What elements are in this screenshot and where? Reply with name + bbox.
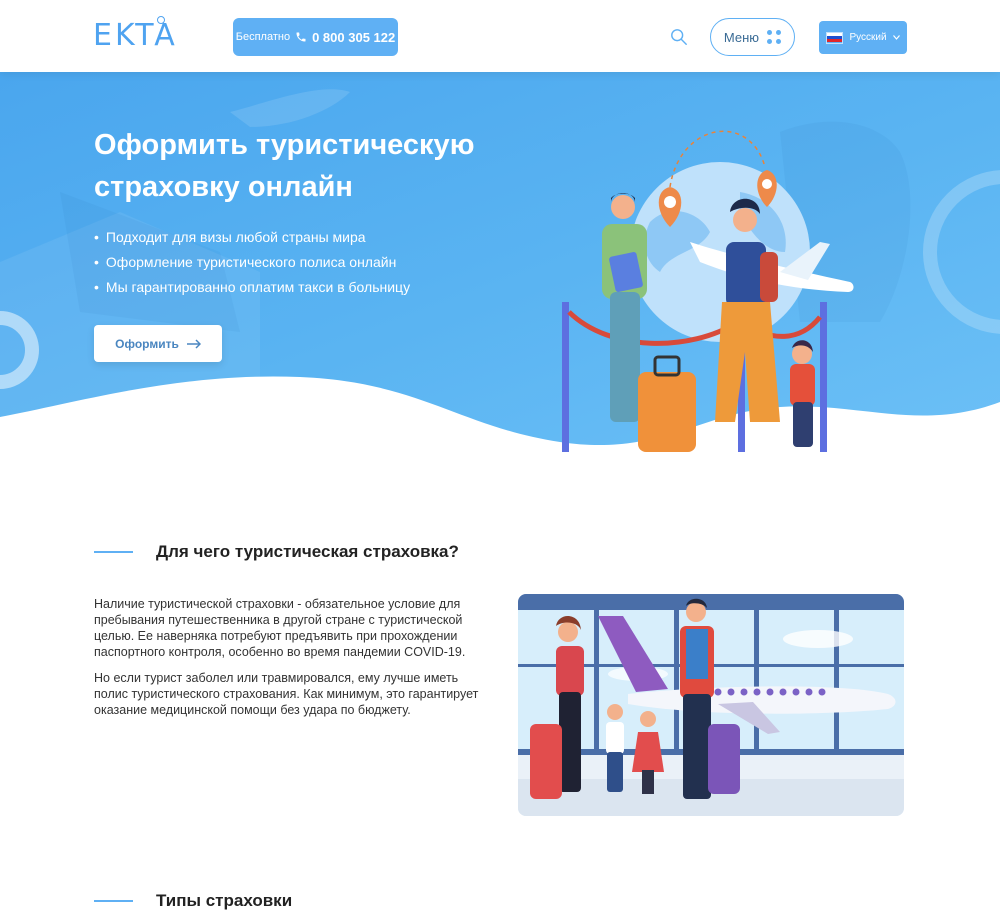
chevron-down-icon [892,35,900,40]
why-text: Наличие туристической страховки - обязат… [94,596,479,728]
phone-button[interactable]: Бесплатно 0 800 305 122 [233,18,398,56]
phone-number: 0 800 305 122 [312,29,396,45]
heading-accent-line [94,900,133,902]
search-icon[interactable] [670,28,688,46]
dots-grid-icon [767,30,782,44]
site-header: EKTA Бесплатно 0 800 305 122 Меню Русски… [0,0,1000,72]
paragraph: Но если турист заболел или травмировался… [94,671,479,717]
section-title-why: Для чего туристическая страховка? [156,542,459,561]
travelers-illustration [562,130,854,452]
phone-label: Бесплатно [235,31,291,43]
logo-text: EKTA [93,18,178,53]
menu-label: Меню [723,29,760,45]
phone-icon [296,32,306,42]
paragraph: Наличие туристической страховки - обязат… [94,597,466,659]
language-select[interactable]: Русский [819,21,907,54]
airport-family-illustration [518,594,904,816]
section-heading: Типы страховки [94,891,292,911]
benefit-item: Оформление туристического полиса онлайн [94,251,410,276]
hero-section: Оформить туристическую страховку онлайн … [0,72,1000,462]
hero-title: Оформить туристическую страховку онлайн [94,129,475,203]
benefit-item: Подходит для визы любой страны мира [94,226,410,251]
section-title-types: Типы страховки [156,891,293,910]
heading-accent-line [94,551,133,553]
language-label: Русский [849,32,887,43]
logo-ring-icon [157,16,165,24]
benefit-item: Мы гарантированно оплатим такси в больни… [94,276,410,301]
apply-button[interactable]: Оформить [94,325,222,362]
hero-benefits-list: Подходит для визы любой страны мира Офор… [94,226,410,301]
section-heading: Для чего туристическая страховка? [94,542,459,562]
menu-button[interactable]: Меню [710,18,795,56]
apply-button-label: Оформить [115,336,179,351]
arrow-right-icon [186,338,201,349]
russian-flag-icon [826,31,844,44]
logo[interactable]: EKTA [93,16,178,56]
